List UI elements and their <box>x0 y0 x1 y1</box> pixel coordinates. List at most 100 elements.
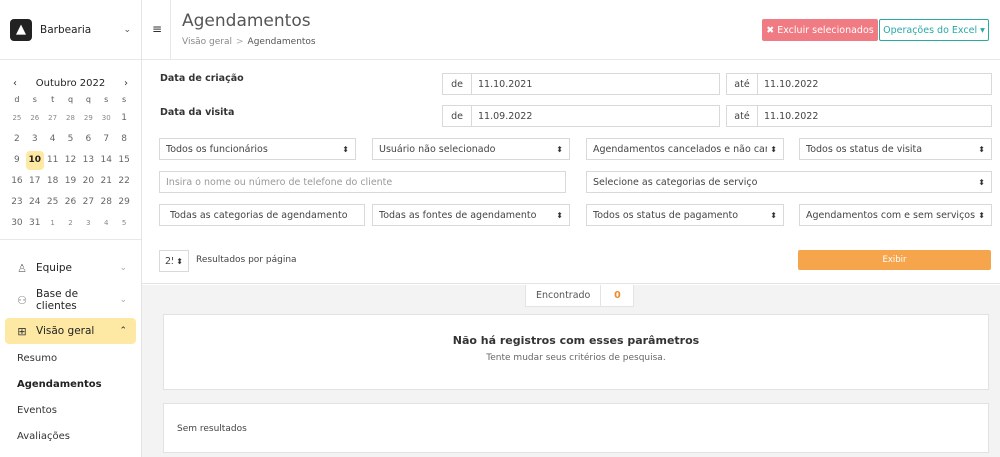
visit-status-select[interactable]: Todos os status de visita ⬍ <box>799 138 992 160</box>
calendar-day[interactable]: 4 <box>97 214 115 233</box>
submenu-item-appointments[interactable]: Agendamentos <box>0 372 141 398</box>
delete-selected-button[interactable]: ✖ Excluir selecionados <box>762 19 878 41</box>
select-value: Usuário não selecionado <box>379 143 496 155</box>
visit-to-input[interactable]: 11.10.2022 <box>757 105 992 127</box>
calendar-day[interactable]: 21 <box>97 172 115 191</box>
calendar-day[interactable]: 5 <box>115 214 133 233</box>
calendar-day[interactable]: 29 <box>115 193 133 212</box>
calendar-day[interactable]: 1 <box>115 109 133 128</box>
calendar-day[interactable]: 22 <box>115 172 133 191</box>
booking-categories-select[interactable]: Todas as categorias de agendamento <box>159 204 365 226</box>
calendar-day[interactable]: 26 <box>62 193 80 212</box>
calendar-day[interactable]: 23 <box>8 193 26 212</box>
calendar-day[interactable]: 18 <box>44 172 62 191</box>
calendar-day[interactable]: 27 <box>79 193 97 212</box>
calendar-day[interactable]: 12 <box>62 151 80 170</box>
calendar-day[interactable]: 16 <box>8 172 26 191</box>
calendar-day[interactable]: 28 <box>62 109 80 128</box>
weekday-header: t <box>51 95 55 104</box>
calendar-day[interactable]: 4 <box>44 130 62 149</box>
calendar-day[interactable]: 3 <box>26 130 44 149</box>
calendar-day[interactable]: 5 <box>62 130 80 149</box>
submenu-item-summary[interactable]: Resumo <box>0 346 141 372</box>
weekday-header: s <box>121 95 127 104</box>
prev-month-button[interactable]: ‹ <box>8 78 22 89</box>
calendar-day[interactable]: 24 <box>26 193 44 212</box>
payment-status-select[interactable]: Todos os status de pagamento ⬍ <box>586 204 784 226</box>
input-value: 11.09.2022 <box>478 110 533 122</box>
calendar-day[interactable]: 27 <box>44 109 62 128</box>
user-select[interactable]: Usuário não selecionado ⬍ <box>372 138 570 160</box>
grid-icon: ⊞ <box>17 324 27 338</box>
calendar-day[interactable]: 19 <box>62 172 80 191</box>
calendar-day[interactable]: 6 <box>79 130 97 149</box>
submenu-item-reviews[interactable]: Avaliações <box>0 424 141 450</box>
select-value: Todos os status de pagamento <box>593 209 739 221</box>
calendar-day[interactable]: 25 <box>8 109 26 128</box>
weekday-header: q <box>85 95 91 104</box>
calendar-day[interactable]: 3 <box>79 214 97 233</box>
weekday-header: d <box>14 95 20 104</box>
calendar-day[interactable]: 2 <box>62 214 80 233</box>
calendar-day[interactable]: 31 <box>26 214 44 233</box>
sidebar-item-clients[interactable]: ⚇ Base de clientes ⌄ <box>0 284 141 316</box>
weekday-header: q <box>67 95 74 104</box>
calendar-day[interactable]: 17 <box>26 172 44 191</box>
sort-arrows-icon: ⬍ <box>978 210 985 220</box>
calendar-month: Outubro 2022 <box>35 78 106 89</box>
show-button[interactable]: Exibir <box>798 250 991 270</box>
calendar-day[interactable]: 10 <box>25 151 44 170</box>
creation-from-input[interactable]: 11.10.2021 <box>471 73 720 95</box>
sort-arrows-icon: ⬍ <box>770 210 777 220</box>
sort-arrows-icon: ⬍ <box>978 177 985 187</box>
calendar-day[interactable]: 13 <box>79 151 97 170</box>
cancelled-select[interactable]: Agendamentos cancelados e não cancela⬍ <box>586 138 784 160</box>
sources-select[interactable]: Todas as fontes de agendamento ⬍ <box>372 204 570 226</box>
calendar-day[interactable]: 2 <box>8 130 26 149</box>
calendar-grid: d s t q q s s 25 26 27 28 29 30 1 2 3 4 5 6 7 8 9 10 11 12 13 14 15… <box>8 93 133 233</box>
page-header: ≡ Agendamentos Visão geral > Agendamentos … <box>142 0 1000 60</box>
brand-switcher[interactable]: ▲ Barbearia ⌄ <box>0 0 141 60</box>
calendar-day[interactable]: 26 <box>26 109 44 128</box>
creation-to-input[interactable]: 11.10.2022 <box>757 73 992 95</box>
select-value: Todas as fontes de agendamento <box>379 209 537 221</box>
calendar-day[interactable]: 14 <box>97 151 115 170</box>
creation-to-prefix: até <box>726 73 758 95</box>
service-categories-select[interactable]: Selecione as categorias de serviço ⬍ <box>586 171 992 193</box>
client-search-input[interactable]: Insira o nome ou número de telefone do c… <box>159 171 566 193</box>
calendar-day[interactable]: 20 <box>79 172 97 191</box>
next-month-button[interactable]: › <box>119 78 133 89</box>
calendar-day[interactable]: 7 <box>97 130 115 149</box>
sidebar-item-overview[interactable]: ⊞ Visão geral ⌃ <box>5 318 136 344</box>
calendar-day[interactable]: 8 <box>115 130 133 149</box>
calendar-day[interactable]: 29 <box>79 109 97 128</box>
calendar-day[interactable]: 30 <box>97 109 115 128</box>
page-title: Agendamentos <box>182 11 311 31</box>
submenu-item-events[interactable]: Eventos <box>0 398 141 424</box>
calendar-day[interactable]: 15 <box>115 151 133 170</box>
excel-operations-button[interactable]: Operações do Excel ▾ <box>879 19 989 41</box>
visit-to-prefix: até <box>726 105 758 127</box>
breadcrumb-separator: > <box>236 37 244 47</box>
input-value: 11.10.2021 <box>478 78 533 90</box>
no-results-panel: Sem resultados <box>163 403 989 453</box>
sidebar-item-label: Visão geral <box>36 325 95 337</box>
calendar-day[interactable]: 9 <box>8 151 26 170</box>
breadcrumb-root[interactable]: Visão geral <box>182 37 232 47</box>
sidebar-item-label: Equipe <box>36 262 72 274</box>
sidebar-item-team[interactable]: ♙ Equipe ⌄ <box>0 252 141 284</box>
chevron-up-icon: ⌃ <box>119 326 127 336</box>
input-placeholder: Insira o nome ou número de telefone do c… <box>166 176 393 188</box>
employees-select[interactable]: Todos os funcionários ⬍ <box>159 138 356 160</box>
menu-icon[interactable]: ≡ <box>152 22 162 36</box>
calendar-day[interactable]: 28 <box>97 193 115 212</box>
services-select[interactable]: Agendamentos com e sem serviços ⬍ <box>799 204 992 226</box>
visit-from-input[interactable]: 11.09.2022 <box>471 105 720 127</box>
calendar-day[interactable]: 11 <box>44 151 62 170</box>
calendar-day[interactable]: 1 <box>44 214 62 233</box>
creation-date-label: Data de criação <box>160 73 244 84</box>
per-page-select[interactable]: 25⬍ <box>159 250 189 272</box>
calendar-day[interactable]: 25 <box>44 193 62 212</box>
calendar-day[interactable]: 30 <box>8 214 26 233</box>
filters-panel: Data de criação de 11.10.2021 até 11.10.… <box>142 60 1000 250</box>
